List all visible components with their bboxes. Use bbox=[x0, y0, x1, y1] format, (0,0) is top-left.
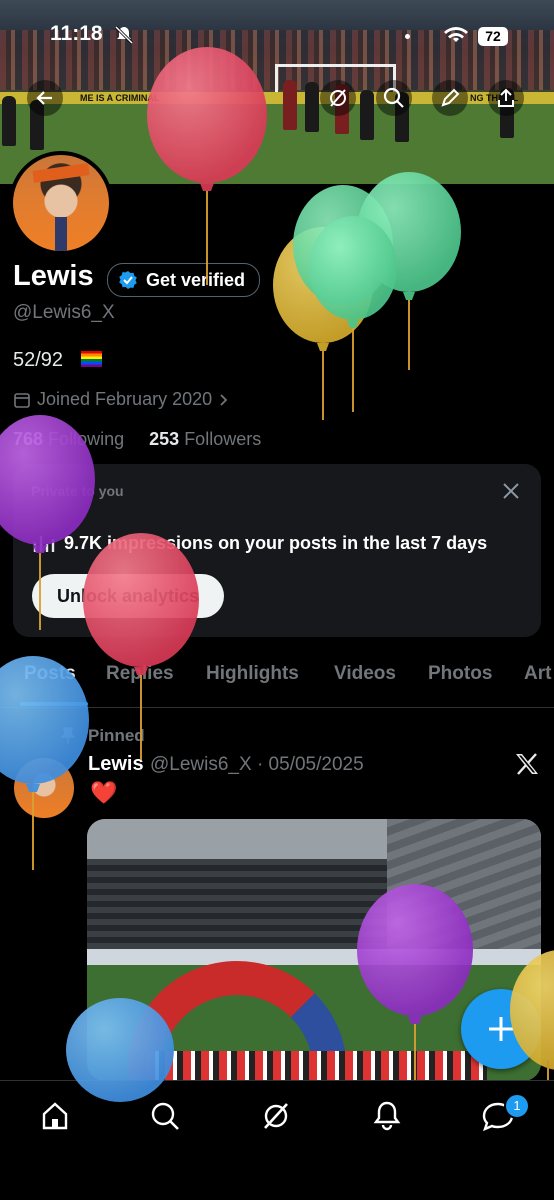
balloon bbox=[83, 533, 199, 760]
balloon bbox=[147, 47, 267, 285]
balloon bbox=[0, 415, 95, 630]
balloons-overlay bbox=[0, 47, 554, 1102]
balloon bbox=[66, 998, 174, 1102]
balloon bbox=[0, 656, 89, 870]
balloon bbox=[510, 950, 554, 1080]
balloon bbox=[357, 884, 473, 1080]
